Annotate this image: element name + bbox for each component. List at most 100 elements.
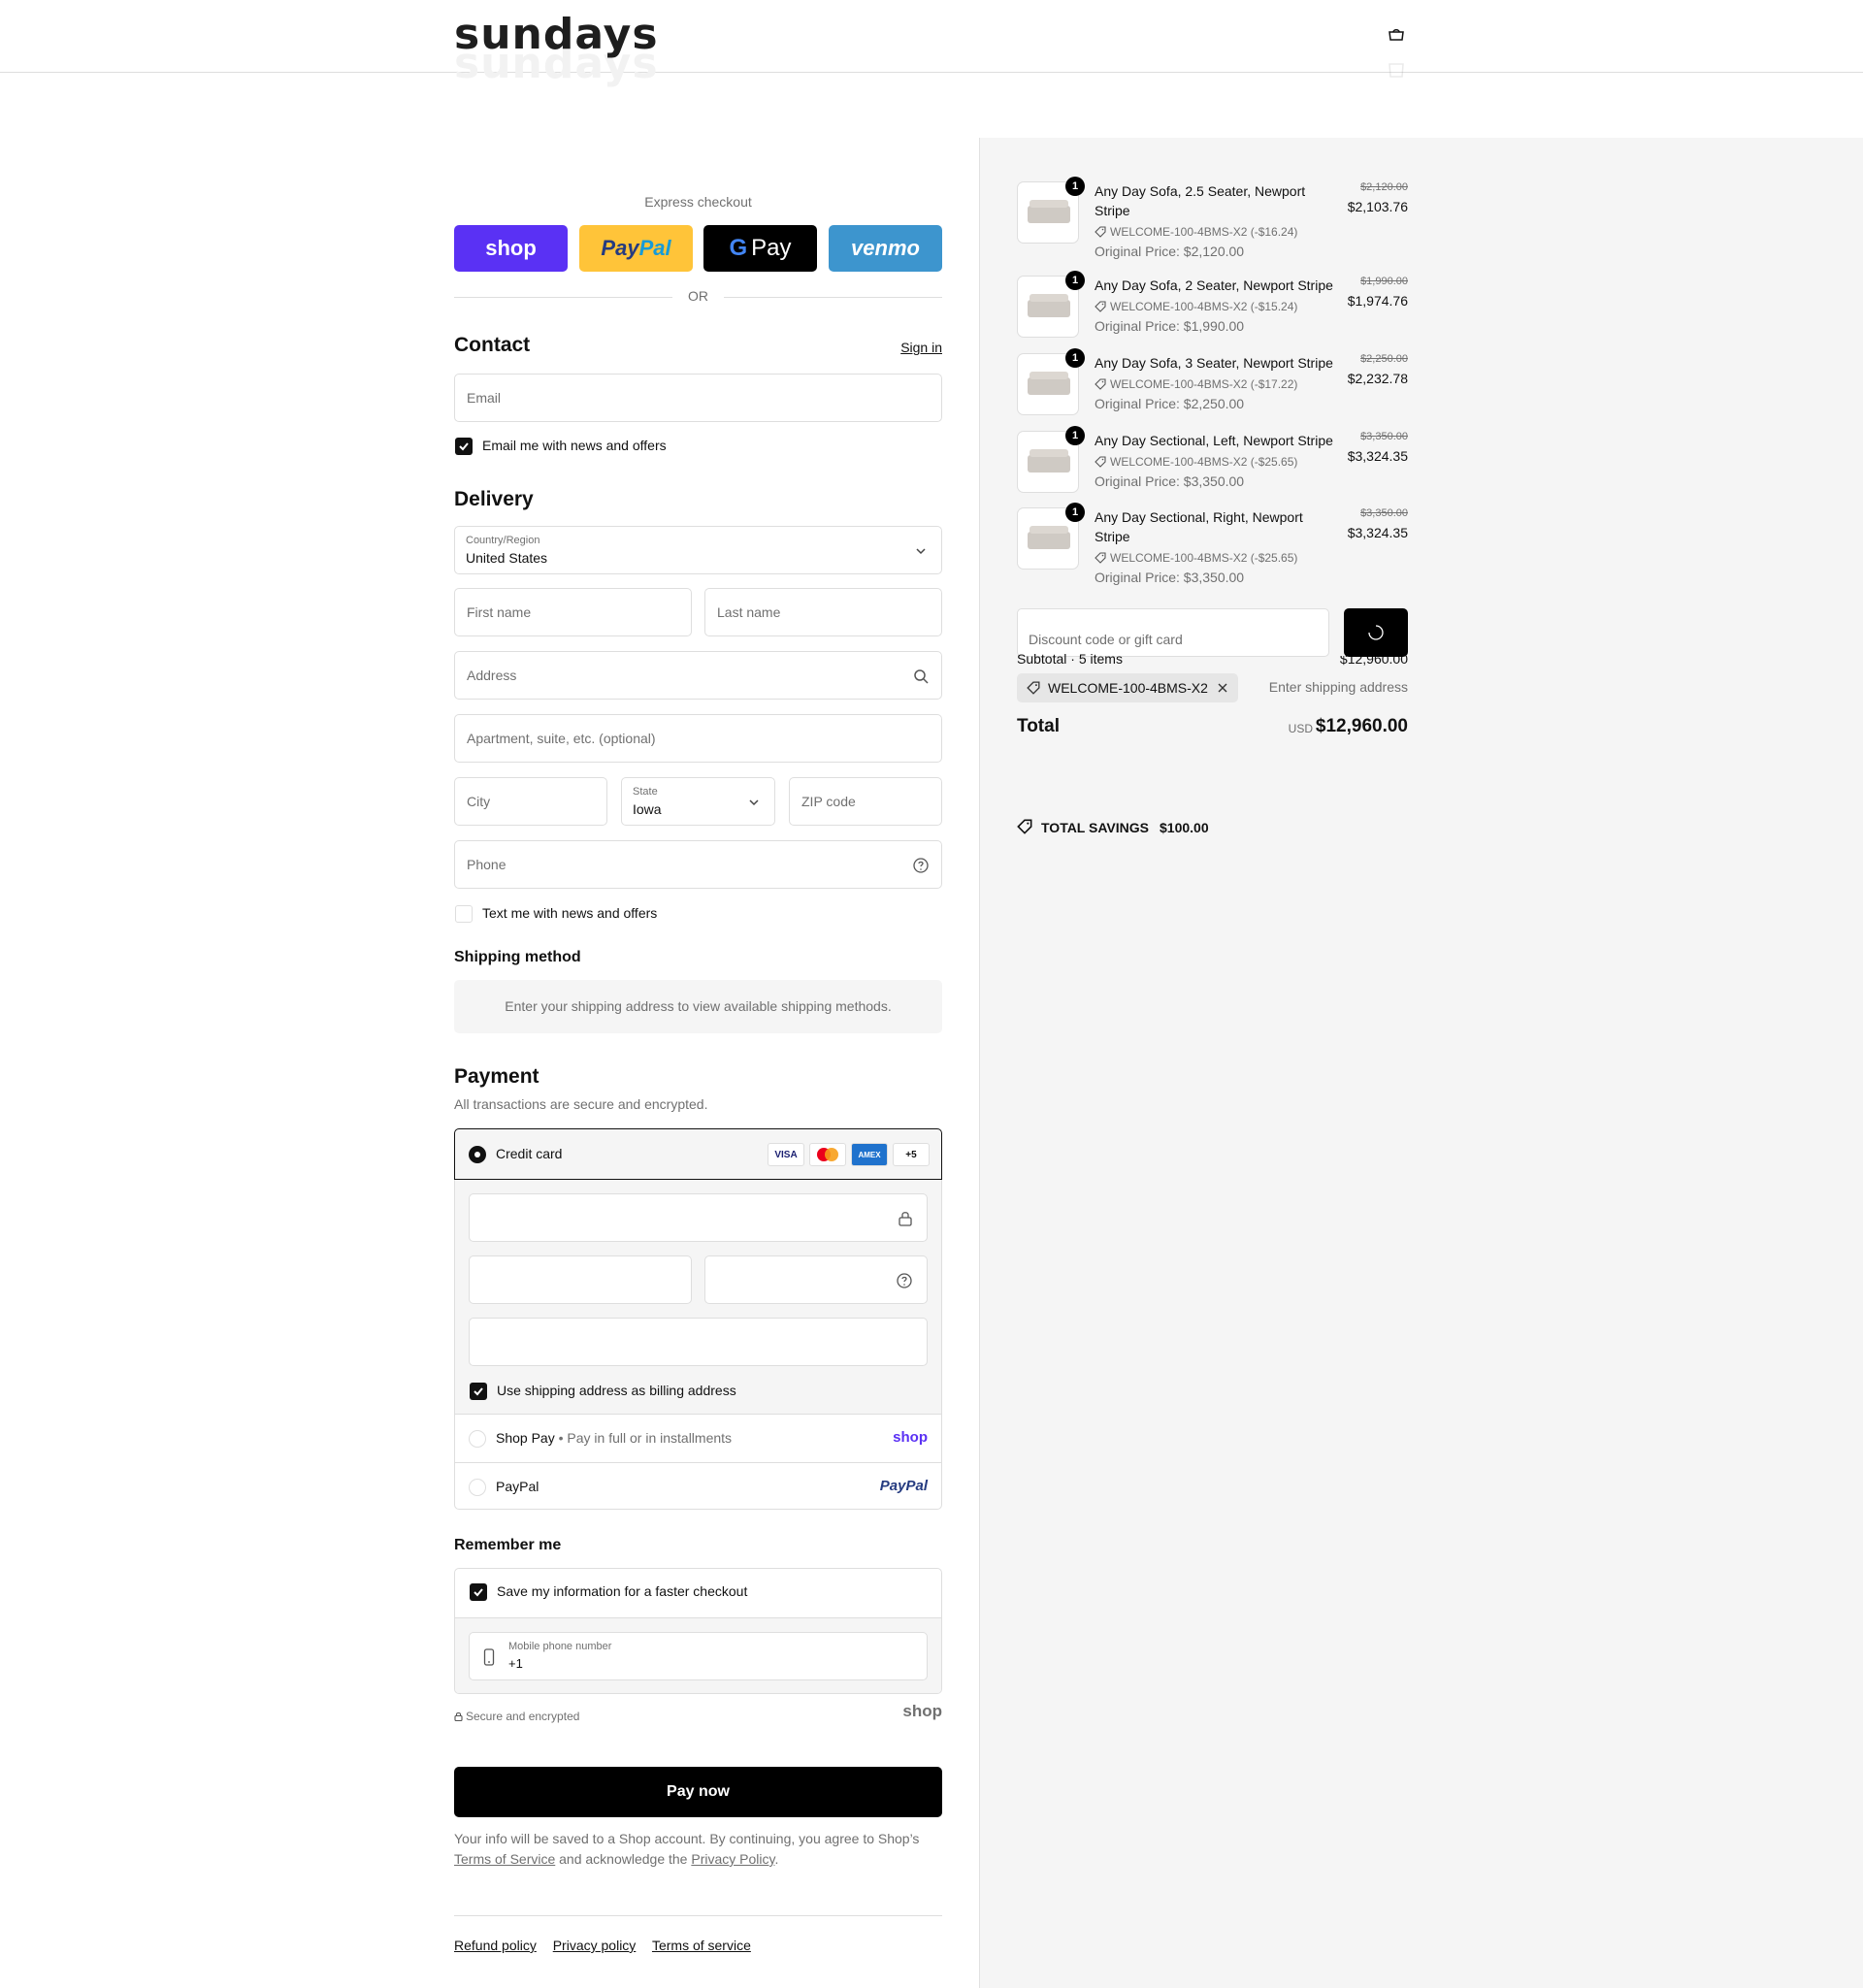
loading-spinner-icon	[1368, 625, 1384, 640]
quantity-badge: 1	[1065, 503, 1085, 522]
tag-icon	[1095, 378, 1106, 390]
apply-discount-button[interactable]	[1344, 608, 1408, 657]
mobile-phone-icon	[483, 1648, 495, 1666]
save-info-checkbox[interactable]	[470, 1583, 487, 1601]
item-price: $3,324.35	[1347, 525, 1408, 540]
first-name-field[interactable]: First name	[454, 588, 692, 636]
city-placeholder: City	[467, 794, 491, 809]
footer-divider	[454, 1915, 942, 1916]
country-value: United States	[466, 550, 548, 566]
google-g-icon: G	[729, 235, 748, 261]
shop-pay-button[interactable]: shop	[454, 225, 568, 272]
apartment-field[interactable]: Apartment, suite, etc. (optional)	[454, 714, 942, 763]
applied-code-text: WELCOME-100-4BMS-X2	[1048, 680, 1208, 696]
strikethrough-price: $1,990.00	[1360, 276, 1408, 287]
total-savings-value: $100.00	[1160, 820, 1209, 835]
strikethrough-price: $3,350.00	[1360, 431, 1408, 442]
shop-pay-radio[interactable]	[469, 1430, 486, 1448]
address-placeholder: Address	[467, 668, 517, 683]
item-price: $1,974.76	[1347, 293, 1408, 309]
paypal-option[interactable]: PayPal PayPal	[455, 1463, 941, 1512]
sundays-logo[interactable]: sundays	[454, 14, 659, 56]
tag-icon	[1095, 456, 1106, 468]
google-pay-button[interactable]: G Pay	[703, 225, 817, 272]
phone-placeholder: Phone	[467, 857, 507, 872]
email-news-checkbox[interactable]	[455, 438, 473, 455]
paypal-button[interactable]: Pay Pal	[579, 225, 693, 272]
or-divider: OR	[454, 288, 942, 304]
address-field[interactable]: Address	[454, 651, 942, 700]
shipping-label: Enter shipping address	[1268, 679, 1408, 695]
text-news-label: Text me with news and offers	[482, 905, 658, 921]
sign-in-link[interactable]: Sign in	[900, 340, 942, 355]
tag-icon	[1017, 819, 1032, 834]
help-circle-icon[interactable]	[912, 857, 930, 874]
billing-address-label: Use shipping address as billing address	[497, 1383, 736, 1398]
text-news-checkbox[interactable]	[455, 905, 473, 923]
last-name-field[interactable]: Last name	[704, 588, 942, 636]
total-currency: USD	[1288, 722, 1313, 735]
footer-links: Refund policy Privacy policy Terms of se…	[454, 1938, 764, 1953]
payment-subtitle: All transactions are secure and encrypte…	[454, 1096, 708, 1112]
state-select[interactable]: State Iowa	[621, 777, 775, 826]
pay-now-button[interactable]: Pay now	[454, 1767, 942, 1817]
product-name: Any Day Sofa, 2 Seater, Newport Stripe	[1095, 277, 1333, 293]
billing-address-checkbox[interactable]	[470, 1383, 487, 1400]
city-field[interactable]: City	[454, 777, 607, 826]
quantity-badge: 1	[1065, 177, 1085, 196]
original-price: Original Price: $2,250.00	[1095, 396, 1245, 411]
shopping-bag-icon[interactable]	[1388, 27, 1405, 41]
original-price: Original Price: $2,120.00	[1095, 244, 1245, 259]
venmo-button[interactable]: venmo	[829, 225, 942, 272]
quantity-badge: 1	[1065, 426, 1085, 445]
email-placeholder: Email	[467, 390, 502, 406]
country-select[interactable]: Country/Region United States	[454, 526, 942, 574]
original-price: Original Price: $3,350.00	[1095, 570, 1245, 585]
phone-field[interactable]: Phone	[454, 840, 942, 889]
help-circle-icon[interactable]	[896, 1272, 913, 1289]
card-number-field[interactable]	[469, 1193, 928, 1242]
visa-icon: VISA	[768, 1143, 804, 1166]
original-price: Original Price: $1,990.00	[1095, 318, 1245, 334]
paypal-text-b: Pal	[638, 236, 671, 260]
discount-code: WELCOME-100-4BMS-X2 (-$16.24)	[1095, 225, 1297, 239]
paypal-text-a: Pay	[601, 236, 639, 260]
mobile-phone-field[interactable]: Mobile phone number +1	[469, 1632, 928, 1680]
shop-privacy-link[interactable]: Privacy Policy	[691, 1851, 774, 1867]
security-code-field[interactable]	[704, 1255, 928, 1304]
chevron-down-icon	[749, 799, 759, 806]
express-checkout-title: Express checkout	[644, 194, 752, 210]
total-label: Total	[1017, 716, 1060, 736]
email-field[interactable]: Email	[454, 374, 942, 422]
quantity-badge: 1	[1065, 271, 1085, 290]
credit-card-radio[interactable]	[469, 1146, 486, 1163]
discount-code-field[interactable]: Discount code or gift card	[1017, 608, 1329, 657]
chevron-down-icon	[916, 548, 926, 555]
credit-card-option[interactable]: Credit card VISA AMEX +5	[454, 1128, 942, 1180]
mastercard-icon	[809, 1143, 846, 1166]
product-name: Any Day Sofa, 3 Seater, Newport Stripe	[1095, 355, 1333, 371]
product-name: Any Day Sectional, Right, Newport Stripe	[1095, 509, 1303, 544]
tag-icon	[1027, 681, 1040, 695]
shop-pay-label: Shop Pay • Pay in full or in installment…	[496, 1430, 733, 1446]
close-icon[interactable]	[1217, 682, 1228, 694]
paypal-radio[interactable]	[469, 1479, 486, 1496]
first-name-placeholder: First name	[467, 604, 532, 620]
paypal-label: PayPal	[496, 1479, 539, 1494]
applied-discount-chip: WELCOME-100-4BMS-X2	[1017, 673, 1238, 702]
lock-icon	[454, 1711, 463, 1722]
save-info-label: Save my information for a faster checkou…	[497, 1583, 748, 1599]
shipping-method-note: Enter your shipping address to view avai…	[454, 980, 942, 1033]
zip-field[interactable]: ZIP code	[789, 777, 942, 826]
shop-pay-option[interactable]: Shop Pay • Pay in full or in installment…	[455, 1415, 941, 1463]
strikethrough-price: $2,250.00	[1360, 353, 1408, 365]
name-on-card-field[interactable]	[469, 1318, 928, 1366]
shop-terms-link[interactable]: Terms of Service	[454, 1851, 555, 1867]
expiration-date-field[interactable]	[469, 1255, 692, 1304]
privacy-policy-link[interactable]: Privacy policy	[553, 1938, 637, 1953]
terms-of-service-link[interactable]: Terms of service	[652, 1938, 751, 1953]
site-header: sundays sundays	[0, 0, 1863, 85]
refund-policy-link[interactable]: Refund policy	[454, 1938, 537, 1953]
tag-icon	[1095, 301, 1106, 312]
contact-title: Contact	[454, 334, 531, 356]
